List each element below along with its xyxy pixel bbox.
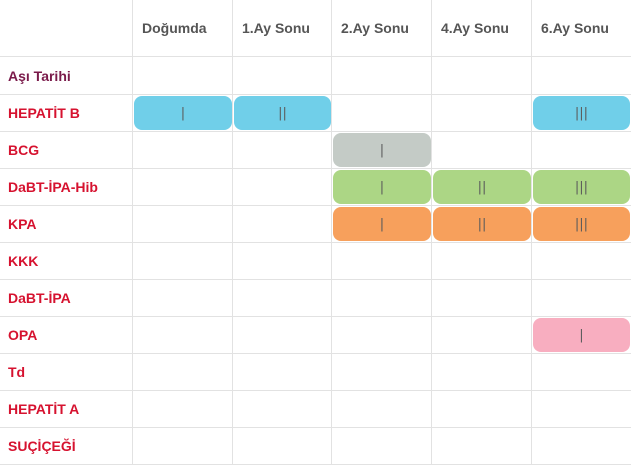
table-cell <box>332 391 432 428</box>
table-cell <box>532 428 631 465</box>
table-cell <box>133 206 233 243</box>
table-row-header: SUÇİÇEĞİ <box>0 428 133 465</box>
dose-badge-dabt-ipa-hib-4-ay-sonu[interactable]: || <box>433 170 531 204</box>
table-cell <box>133 169 233 206</box>
table-cell <box>432 95 532 132</box>
table-cell <box>432 57 532 95</box>
table-cell <box>532 57 631 95</box>
table-cell <box>332 317 432 354</box>
table-row-header: HEPATİT B <box>0 95 133 132</box>
table-cell <box>133 317 233 354</box>
table-cell <box>432 354 532 391</box>
table-cell <box>233 428 332 465</box>
column-header-6-ay-sonu: 6.Ay Sonu <box>541 20 609 36</box>
table-cell <box>332 95 432 132</box>
column-header-1-ay-sonu: 1.Ay Sonu <box>242 20 310 36</box>
table-row-header: BCG <box>0 132 133 169</box>
table-cell <box>532 132 631 169</box>
table-cell <box>133 280 233 317</box>
table-cell <box>233 317 332 354</box>
row-label-opa: OPA <box>8 327 38 343</box>
dose-badge-kpa-2-ay-sonu[interactable]: | <box>333 207 431 241</box>
table-row-header: OPA <box>0 317 133 354</box>
table-cell <box>432 391 532 428</box>
dose-badge-kpa-6-ay-sonu[interactable]: ||| <box>533 207 630 241</box>
table-cell <box>332 243 432 280</box>
table-row-header: HEPATİT A <box>0 391 133 428</box>
table-cell <box>233 206 332 243</box>
table-cell <box>133 391 233 428</box>
column-header-2-ay-sonu: 2.Ay Sonu <box>341 20 409 36</box>
dose-badge-bcg-2-ay-sonu[interactable]: | <box>333 133 431 167</box>
table-cell <box>432 243 532 280</box>
dose-badge-dabt-ipa-hib-2-ay-sonu[interactable]: | <box>333 170 431 204</box>
row-label-kpa: KPA <box>8 216 37 232</box>
table-cell <box>233 354 332 391</box>
table-cell <box>332 57 432 95</box>
table-cell <box>532 280 631 317</box>
table-cell <box>532 391 631 428</box>
table-cell <box>233 132 332 169</box>
table-cell <box>133 243 233 280</box>
column-header-cell: 1.Ay Sonu <box>233 0 332 57</box>
row-label-dabt-ipa-hib: DaBT-İPA-Hib <box>8 179 98 195</box>
table-cell <box>432 317 532 354</box>
table-cell <box>332 428 432 465</box>
table-cell <box>432 280 532 317</box>
row-label-hepatit-b: HEPATİT B <box>8 105 80 121</box>
table-cell <box>233 169 332 206</box>
dose-badge-kpa-4-ay-sonu[interactable]: || <box>433 207 531 241</box>
table-cell <box>332 354 432 391</box>
dose-badge-opa-6-ay-sonu[interactable]: | <box>533 318 630 352</box>
dose-badge-hepatit-b-1-ay-sonu[interactable]: || <box>234 96 331 130</box>
table-row-header: Aşı Tarihi <box>0 57 133 95</box>
row-label-kkk: KKK <box>8 253 39 269</box>
table-cell <box>133 428 233 465</box>
row-label-sucicegi: SUÇİÇEĞİ <box>8 438 76 454</box>
table-cell <box>432 132 532 169</box>
header-corner-cell <box>0 0 133 57</box>
row-label-bcg: BCG <box>8 142 40 158</box>
table-cell <box>332 280 432 317</box>
table-cell <box>233 57 332 95</box>
vaccination-schedule-table: Doğumda 1.Ay Sonu 2.Ay Sonu 4.Ay Sonu 6.Ay S… <box>0 0 631 465</box>
table-row-header: KPA <box>0 206 133 243</box>
table-cell <box>233 243 332 280</box>
table-row-header: Td <box>0 354 133 391</box>
table-cell <box>133 354 233 391</box>
table-cell <box>432 428 532 465</box>
table-cell <box>133 132 233 169</box>
row-label-td: Td <box>8 364 26 380</box>
dose-badge-hepatit-b-6-ay-sonu[interactable]: ||| <box>533 96 630 130</box>
dose-badge-dabt-ipa-hib-6-ay-sonu[interactable]: ||| <box>533 170 630 204</box>
table-cell <box>233 391 332 428</box>
column-header-cell: 4.Ay Sonu <box>432 0 532 57</box>
dose-badge-hepatit-b-dogumda[interactable]: | <box>134 96 232 130</box>
column-header-cell: 6.Ay Sonu <box>532 0 631 57</box>
column-header-4-ay-sonu: 4.Ay Sonu <box>441 20 509 36</box>
table-row-header: KKK <box>0 243 133 280</box>
table-cell <box>532 243 631 280</box>
table-cell <box>532 354 631 391</box>
table-cell <box>233 280 332 317</box>
row-label-dabt-ipa: DaBT-İPA <box>8 290 71 306</box>
column-header-dogumda: Doğumda <box>142 20 207 36</box>
table-row-header: DaBT-İPA-Hib <box>0 169 133 206</box>
column-header-cell: 2.Ay Sonu <box>332 0 432 57</box>
table-cell <box>133 57 233 95</box>
row-label-hepatit-a: HEPATİT A <box>8 401 80 417</box>
table-row-header: DaBT-İPA <box>0 280 133 317</box>
column-header-cell: Doğumda <box>133 0 233 57</box>
row-label-asi-tarihi: Aşı Tarihi <box>8 67 71 84</box>
